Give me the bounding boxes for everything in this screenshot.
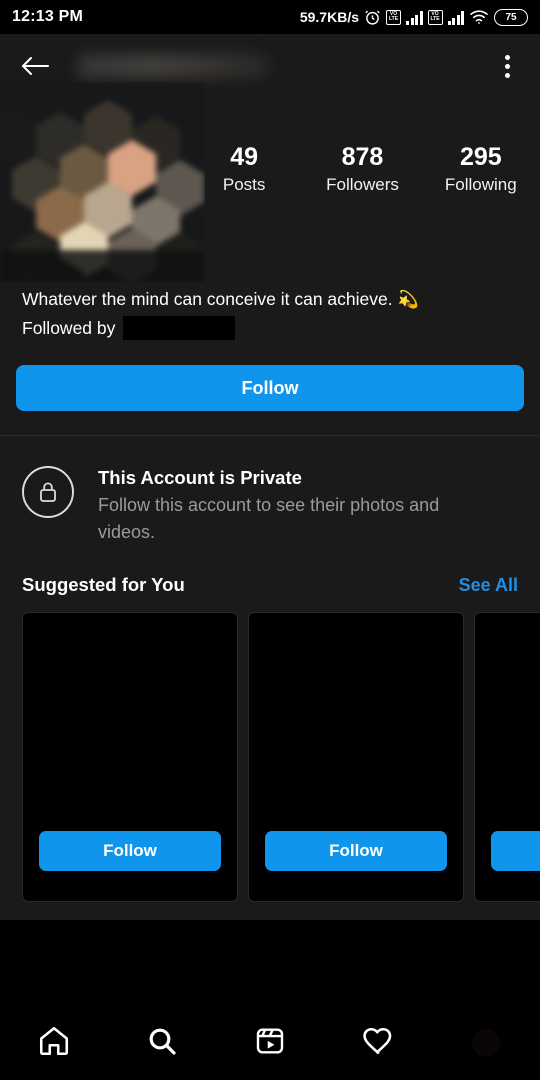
bio-text: Whatever the mind can conceive it can ac…	[22, 289, 393, 309]
stat-following[interactable]: 295 Following	[433, 142, 529, 198]
follow-button[interactable]: Follow	[16, 365, 524, 411]
stat-followers-label: Followers	[326, 175, 399, 194]
profile-sheet: 49 Posts 878 Followers 295 Following Wha…	[0, 34, 540, 920]
nav-home[interactable]	[0, 1006, 108, 1080]
profile-bio: Whatever the mind can conceive it can ac…	[0, 286, 540, 341]
suggested-header: Suggested for You See All	[0, 546, 540, 596]
private-notice-subtitle: Follow this account to see their photos …	[98, 495, 440, 542]
stat-followers-value: 878	[341, 143, 384, 171]
stat-following-value: 295	[459, 143, 502, 171]
suggested-title: Suggested for You	[22, 574, 185, 595]
followed-by-label: Followed by	[22, 318, 116, 338]
bottom-navigation-bar	[0, 1006, 540, 1080]
suggested-card[interactable]: Follow	[22, 612, 238, 902]
bio-text-row: Whatever the mind can conceive it can ac…	[22, 286, 518, 313]
card-follow-button[interactable]	[491, 831, 540, 871]
wifi-icon	[469, 9, 489, 25]
private-account-notice: This Account is Private Follow this acco…	[0, 436, 540, 546]
volte-sim1-icon: VO LTE	[386, 9, 401, 25]
nav-activity[interactable]	[324, 1006, 432, 1080]
battery-indicator: 75	[494, 8, 528, 26]
kebab-menu-icon[interactable]	[488, 47, 526, 85]
stat-posts-value: 49	[230, 143, 259, 171]
heart-icon	[361, 1024, 395, 1063]
status-bar: 12:13 PM 59.7KB/s VO LTE VO LTE 75	[0, 0, 540, 34]
dizzy-star-icon: 💫	[397, 290, 419, 309]
card-follow-button[interactable]: Follow	[39, 831, 221, 871]
card-follow-button[interactable]: Follow	[265, 831, 447, 871]
stat-following-label: Following	[444, 175, 517, 194]
volte-bottom-label-2: LTE	[430, 16, 440, 22]
battery-level-label: 75	[505, 11, 517, 23]
profile-username-redacted	[78, 54, 268, 78]
private-notice-text: This Account is Private Follow this acco…	[98, 460, 488, 546]
signal-bars-sim1-icon	[406, 10, 423, 25]
alarm-icon	[364, 9, 381, 26]
suggested-card[interactable]	[474, 612, 540, 902]
followed-by-redacted	[123, 316, 236, 340]
profile-avatar-icon	[472, 1029, 500, 1057]
profile-header: 49 Posts 878 Followers 295 Following	[0, 82, 540, 286]
follow-button-container: Follow	[0, 341, 540, 411]
signal-bars-sim2-icon	[447, 10, 464, 25]
private-notice-title: This Account is Private	[98, 467, 302, 488]
stat-followers[interactable]: 878 Followers	[314, 142, 410, 198]
profile-stats: 49 Posts 878 Followers 295 Following	[185, 142, 540, 198]
back-arrow-icon[interactable]	[16, 47, 54, 85]
reels-icon	[254, 1025, 286, 1062]
followed-by-row[interactable]: Followed by	[22, 315, 518, 341]
search-icon	[146, 1025, 178, 1062]
profile-avatar[interactable]	[0, 82, 205, 282]
volte-sim2-icon: VO LTE	[427, 9, 443, 25]
nav-reels[interactable]	[216, 1006, 324, 1080]
status-clock: 12:13 PM	[12, 8, 83, 25]
nav-search[interactable]	[108, 1006, 216, 1080]
status-icons: 59.7KB/s VO LTE VO LTE 75	[299, 8, 528, 26]
instagram-profile-screen: 12:13 PM 59.7KB/s VO LTE VO LTE 75 49 Po…	[0, 0, 540, 1080]
see-all-link[interactable]: See All	[459, 575, 518, 596]
suggested-accounts-rail[interactable]: Follow Follow	[0, 596, 540, 902]
suggested-card[interactable]: Follow	[248, 612, 464, 902]
stat-posts-label: Posts	[222, 175, 266, 194]
network-speed-label: 59.7KB/s	[299, 9, 359, 25]
nav-profile[interactable]	[432, 1006, 540, 1080]
home-icon	[37, 1024, 71, 1063]
stat-posts[interactable]: 49 Posts	[196, 142, 292, 198]
lock-icon	[22, 466, 74, 518]
volte-bottom-label: LTE	[388, 16, 399, 22]
